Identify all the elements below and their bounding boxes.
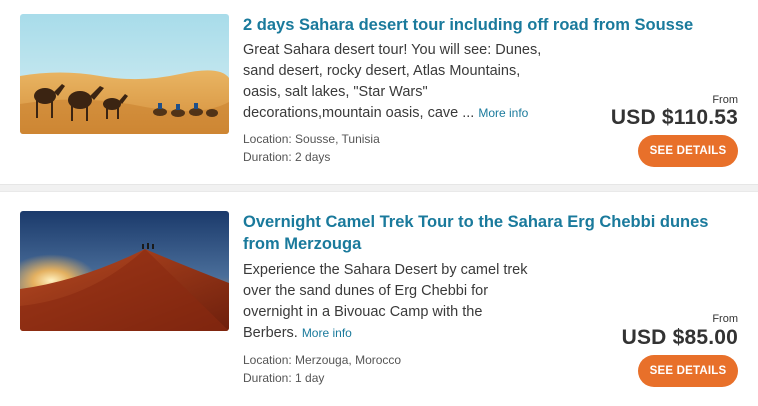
tour-description: Great Sahara desert tour! You will see: … <box>243 40 543 124</box>
tour-listing: Overnight Camel Trek Tour to the Sahara … <box>0 192 758 406</box>
camel-caravan-desert-photo <box>20 14 229 134</box>
tour-price: USD $110.53 <box>610 106 738 129</box>
tour-meta: Location: Sousse, Tunisia Duration: 2 da… <box>243 130 380 166</box>
see-details-button[interactable]: SEE DETAILS <box>638 135 738 167</box>
more-info-link[interactable]: More info <box>302 326 352 340</box>
price-from-label: From <box>712 94 738 106</box>
tour-image-sunset-dune[interactable] <box>20 211 229 331</box>
tour-location: Location: Merzouga, Morocco <box>243 353 402 367</box>
tour-price: USD $85.00 <box>621 326 738 349</box>
sunset-dune-photo <box>20 211 229 331</box>
tour-listing: 2 days Sahara desert tour including off … <box>0 0 758 184</box>
listing-divider <box>0 184 758 192</box>
more-info-link[interactable]: More info <box>478 106 528 120</box>
tour-title[interactable]: Overnight Camel Trek Tour to the Sahara … <box>243 211 743 255</box>
tour-meta: Location: Merzouga, Morocco Duration: 1 … <box>243 351 401 387</box>
tour-description-text: Experience the Sahara Desert by camel tr… <box>243 262 528 341</box>
tour-duration: Duration: 1 day <box>243 371 325 385</box>
tour-description: Experience the Sahara Desert by camel tr… <box>243 260 543 344</box>
tour-image-camel-caravan[interactable] <box>20 14 229 134</box>
tour-location: Location: Sousse, Tunisia <box>243 132 380 146</box>
tour-title[interactable]: 2 days Sahara desert tour including off … <box>243 14 743 36</box>
see-details-button[interactable]: SEE DETAILS <box>638 355 738 387</box>
tour-duration: Duration: 2 days <box>243 150 331 164</box>
price-from-label: From <box>712 313 738 325</box>
